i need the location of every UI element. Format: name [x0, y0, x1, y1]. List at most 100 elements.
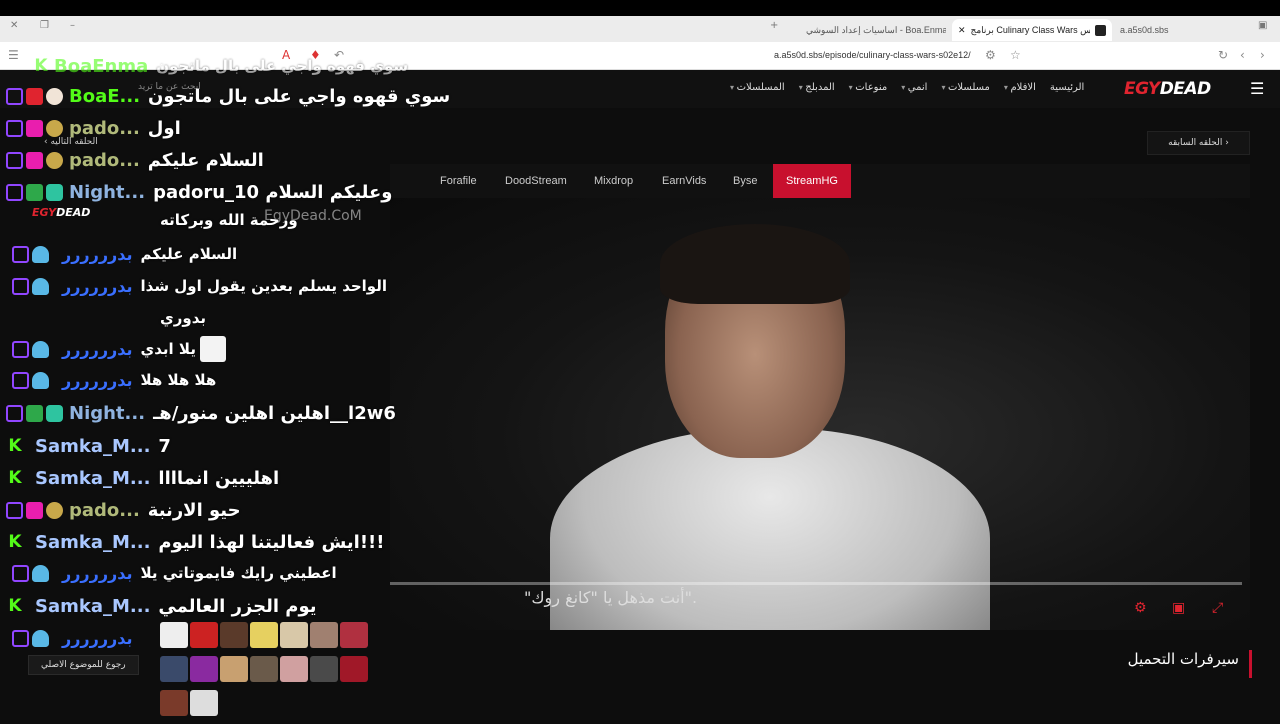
tab-server-byse[interactable]: Byse [733, 164, 757, 198]
face3-emote-icon [250, 656, 278, 682]
tab-server-doodstream[interactable]: DoodStream [505, 164, 567, 198]
tab-search-icon[interactable]: ▣ [1258, 20, 1267, 31]
reload-icon[interactable]: ↻ [1218, 48, 1228, 62]
purple-emote-icon [190, 656, 218, 682]
settings-gear-icon[interactable]: ⚙ [1134, 600, 1147, 616]
gold-badge-icon [46, 151, 63, 169]
os-top-strip [0, 0, 1280, 16]
ghost-badge-icon [32, 564, 49, 582]
menu-item-anime[interactable]: انمي [901, 82, 928, 93]
menu-item-series[interactable]: مسلسلات [941, 82, 990, 93]
site-logo[interactable]: EGYDEAD [1124, 79, 1211, 99]
twitch-icon [6, 119, 23, 137]
kick-icon: K [8, 596, 22, 616]
tab-title: برنامج Culinary Class Wars الموس... [970, 24, 1090, 35]
bot-badge-icon [46, 183, 63, 201]
menu-item-serials[interactable]: المسلسلات [730, 82, 785, 93]
chat-row-continuation: بدوري [160, 309, 207, 327]
heart-badge-icon [26, 119, 43, 137]
tab-sushi[interactable]: اساسيات إعداد السوشي - Boa.Enma [806, 19, 946, 41]
skull-emote-icon [160, 622, 188, 648]
chevron-right-icon: › [1225, 138, 1229, 148]
menu-item-misc[interactable]: منوعات [849, 82, 887, 93]
back-to-topic-button[interactable]: رجوع للموضوع الاصلي [28, 655, 139, 675]
red-emote-icon [340, 656, 368, 682]
new-tab-icon[interactable]: + [770, 20, 778, 31]
video-player[interactable]: "أنت مذهل يا "كانغ روك". ⚙ ▣ ⤢ [390, 198, 1250, 630]
twitch-icon [12, 371, 29, 389]
fullscreen-icon[interactable]: ⤢ [1212, 600, 1223, 616]
video-progress-bar[interactable] [390, 582, 1242, 585]
face-emote-icon [220, 622, 248, 648]
chat-row: Night... padoru_10 وعليكم السلام [0, 178, 393, 206]
tab-culinary[interactable]: ✕ برنامج Culinary Class Wars الموس... [952, 19, 1112, 41]
hat-emote-icon [160, 690, 188, 716]
twitch-icon [12, 564, 29, 582]
video-person-hair [660, 224, 850, 304]
twitch-icon [12, 245, 29, 263]
hamburger-icon[interactable]: ☰ [1250, 79, 1264, 98]
chat-row: K BoaEnma سوي قهوه واجي على بال ماتجون [34, 55, 409, 77]
gold-badge-icon [46, 501, 63, 519]
prev-episode-label: الحلقه السابقه [1168, 138, 1223, 148]
twitch-icon [6, 501, 23, 519]
subscriber-badge-icon [26, 87, 43, 105]
ghost-badge-icon [32, 340, 49, 358]
dark-emote-icon [310, 656, 338, 682]
chat-row: BoaE... سوي قهوه واجي على بال ماتجون [0, 82, 450, 110]
menu-item-dubbed[interactable]: المدبلج [799, 82, 834, 93]
green-badge-icon [26, 404, 43, 422]
girl-emote-icon [280, 622, 308, 648]
girl2-emote-icon [280, 656, 308, 682]
menu-item-home[interactable]: الرئيسية [1050, 82, 1084, 93]
twitch-icon [6, 151, 23, 169]
twitch-icon [12, 340, 29, 358]
previous-episode-button[interactable]: الحلقه السابقه › [1147, 131, 1250, 155]
tab-server-forafile[interactable]: Forafile [440, 164, 477, 198]
tab-site[interactable]: a.a5s0d.sbs [1120, 19, 1180, 41]
tab-favicon-icon [1095, 24, 1106, 36]
forward-icon[interactable]: › [1260, 48, 1265, 62]
anime-emote-icon [340, 622, 368, 648]
restore-window-icon[interactable]: ❐ [40, 20, 49, 31]
tab-server-earnvids[interactable]: EarnVids [662, 164, 706, 198]
browser-tab-bar: ✕ ❐ – + اساسيات إعداد السوشي - Boa.Enma … [0, 16, 1280, 42]
menu-item-movies[interactable]: الافلام [1004, 82, 1035, 93]
chat-row: بدرررررر السلام عليكم [0, 240, 237, 268]
twitch-icon [12, 277, 29, 295]
tab-close-icon[interactable]: ✕ [958, 25, 966, 36]
chat-row: pado... السلام عليكم [0, 146, 264, 174]
bot-badge-icon [46, 404, 63, 422]
chat-row: بدرررررر هلا هلا هلا [0, 366, 216, 394]
tab-server-streamhg[interactable]: StreamHG [773, 164, 851, 198]
site-settings-icon[interactable]: ⚙ [985, 48, 996, 62]
face2-emote-icon [310, 622, 338, 648]
ghost-badge-icon [32, 245, 49, 263]
unicorn-emote-icon [199, 336, 226, 362]
kick-icon: K [8, 468, 22, 488]
chat-row: pado... حيو الارنبة [0, 496, 241, 524]
chat-row: Night... اهلين اهلين منور/هـ__l2w6 [0, 399, 396, 427]
chat-row: K Samka_M... اهلييين انماااا [8, 467, 280, 489]
ghost-badge-icon [32, 277, 49, 295]
twitch-icon [6, 87, 23, 105]
tab-server-mixdrop[interactable]: Mixdrop [594, 164, 633, 198]
chat-row: بدرررررر [0, 624, 141, 652]
ghost-badge-icon [32, 629, 49, 647]
twitch-icon [6, 404, 23, 422]
avatar-badge-icon [46, 87, 63, 105]
chat-row-continuation: ورحمة الله وبركاته [160, 211, 298, 229]
minimize-window-icon[interactable]: – [70, 20, 75, 31]
bookmark-icon[interactable]: ☆ [1010, 48, 1021, 62]
chat-row: بدرررررر اعطيني رايك فايموتاتي يلا [0, 559, 337, 587]
url-text[interactable]: a.a5s0d.sbs/episode/culinary-class-wars-… [774, 50, 971, 60]
picture-in-picture-icon[interactable]: ▣ [1172, 600, 1185, 616]
close-window-icon[interactable]: ✕ [10, 20, 18, 31]
heart-badge-icon [26, 151, 43, 169]
ghost-badge-icon [32, 371, 49, 389]
chat-row: K Samka_M... 7 [8, 435, 171, 457]
main-menu: الرئيسية الافلام مسلسلات انمي منوعات الم… [730, 82, 1085, 93]
dog-emote-icon [220, 656, 248, 682]
kick-icon: K [34, 56, 48, 76]
back-icon[interactable]: ‹ [1240, 48, 1245, 62]
